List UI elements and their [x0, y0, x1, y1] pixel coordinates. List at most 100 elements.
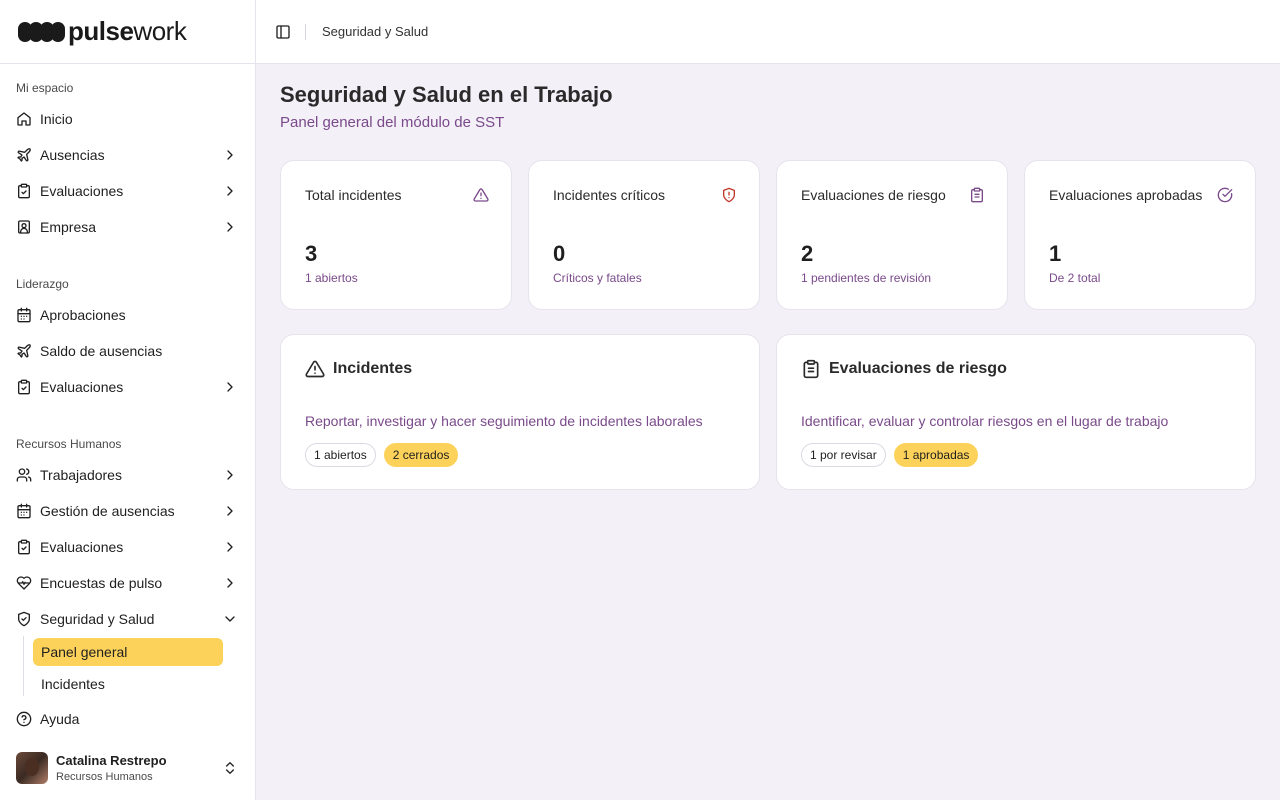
- logo-mark-icon: [18, 21, 65, 42]
- users-icon: [16, 467, 32, 483]
- module-card-incidentes[interactable]: Incidentes Reportar, investigar y hacer …: [280, 334, 760, 490]
- sidebar-item-label: Trabajadores: [40, 467, 122, 483]
- chevron-right-icon: [227, 578, 233, 588]
- clipboard-check-icon: [16, 539, 32, 555]
- badge-cerrados: 2 cerrados: [383, 443, 459, 467]
- alert-triangle-icon: [305, 360, 325, 378]
- section-label-recursos-humanos: Recursos Humanos: [16, 437, 122, 451]
- sidebar-item-label: Empresa: [40, 219, 97, 235]
- module-title: Incidentes: [333, 360, 413, 377]
- sidebar-item-label: Seguridad y Salud: [40, 611, 155, 627]
- chevrons-up-down-icon: [226, 762, 234, 774]
- heart-pulse-icon: [16, 575, 32, 591]
- sidebar-item-label: Evaluaciones: [40, 183, 124, 199]
- user-name: Catalina Restrepo: [56, 753, 167, 768]
- stat-value: 0: [553, 241, 566, 266]
- chevron-right-icon: [227, 186, 233, 196]
- header-separator: [305, 23, 306, 40]
- sidebar-item-encuestas-pulso[interactable]: Encuestas de pulso: [8, 568, 248, 598]
- clipboard-list-icon: [971, 187, 983, 203]
- calendar-icon: [16, 503, 32, 519]
- sidebar-item-trabajadores[interactable]: Trabajadores: [8, 460, 248, 490]
- shield-check-icon: [16, 611, 32, 627]
- brand-bold: pulse: [68, 16, 134, 46]
- chevron-right-icon: [227, 542, 233, 552]
- stat-card-evaluaciones-aprobadas[interactable]: Evaluaciones aprobadas 1 De 2 total: [1024, 160, 1256, 310]
- sidebar-item-ausencias[interactable]: Ausencias: [8, 140, 248, 170]
- brand-logo[interactable]: pulsework: [0, 0, 255, 64]
- sidebar-item-gestion-ausencias[interactable]: Gestión de ausencias: [8, 496, 248, 526]
- help-icon: [16, 711, 32, 727]
- sidebar-item-saldo-ausencias[interactable]: Saldo de ausencias: [8, 336, 248, 366]
- sidebar-subitem-incidentes[interactable]: Incidentes: [33, 670, 223, 698]
- chevron-right-icon: [227, 382, 233, 392]
- stat-card-incidentes-criticos[interactable]: Incidentes críticos 0 Críticos y fatales: [528, 160, 760, 310]
- sidebar-item-empresa[interactable]: Empresa: [8, 212, 248, 242]
- page-subtitle: Panel general del módulo de SST: [280, 114, 505, 131]
- submenu-guide-line: [23, 636, 24, 696]
- sidebar-item-label: Aprobaciones: [40, 307, 126, 323]
- alert-triangle-icon: [473, 188, 489, 202]
- brand-light: work: [133, 16, 187, 46]
- sidebar-subitem-panel-general[interactable]: Panel general: [33, 638, 223, 666]
- sidebar-item-label: Evaluaciones: [40, 539, 124, 555]
- sidebar-item-inicio[interactable]: Inicio: [8, 104, 248, 134]
- sidebar-item-evaluaciones[interactable]: Evaluaciones: [8, 176, 248, 206]
- section-label-liderazgo: Liderazgo: [16, 277, 69, 291]
- plane-icon: [16, 343, 32, 359]
- stat-title: Incidentes críticos: [553, 187, 666, 203]
- sidebar-item-evaluaciones-rrhh[interactable]: Evaluaciones: [8, 532, 248, 562]
- stat-card-evaluaciones-riesgo[interactable]: Evaluaciones de riesgo 2 1 pendientes de…: [776, 160, 1008, 310]
- stat-value: 1: [1049, 241, 1062, 266]
- sidebar-item-label: Inicio: [40, 111, 73, 127]
- sidebar-item-label: Saldo de ausencias: [40, 343, 163, 359]
- sidebar-item-ayuda[interactable]: Ayuda: [8, 704, 248, 734]
- stat-value: 2: [801, 241, 814, 266]
- stat-description: 1 abiertos: [305, 271, 358, 285]
- sidebar-toggle-button[interactable]: [273, 22, 293, 42]
- module-description: Reportar, investigar y hacer seguimiento…: [305, 413, 703, 429]
- circle-check-icon: [1217, 187, 1233, 203]
- chevron-down-icon: [225, 616, 235, 622]
- chevron-right-icon: [227, 470, 233, 480]
- calendar-icon: [16, 307, 32, 323]
- sidebar-item-seguridad-salud[interactable]: Seguridad y Salud: [8, 604, 248, 634]
- section-label-mi-espacio: Mi espacio: [16, 81, 74, 95]
- sidebar-item-label: Ausencias: [40, 147, 105, 163]
- badge-icon: [16, 219, 32, 235]
- clipboard-check-icon: [16, 379, 32, 395]
- breadcrumb: Seguridad y Salud: [322, 24, 429, 39]
- sidebar-item-label: Ayuda: [40, 711, 80, 727]
- stat-description: De 2 total: [1049, 271, 1101, 285]
- module-description: Identificar, evaluar y controlar riesgos…: [801, 413, 1169, 429]
- chevron-right-icon: [227, 506, 233, 516]
- sidebar: pulsework Mi espacio Inicio Ausencias Ev…: [0, 0, 256, 800]
- sidebar-item-label: Encuestas de pulso: [40, 575, 163, 591]
- clipboard-check-icon: [16, 183, 32, 199]
- shield-alert-icon: [723, 187, 735, 203]
- user-menu[interactable]: Catalina Restrepo Recursos Humanos: [16, 752, 244, 784]
- badge-abiertos: 1 abiertos: [305, 443, 376, 467]
- stat-value: 3: [305, 241, 318, 266]
- stat-title: Total incidentes: [305, 187, 402, 203]
- module-card-evaluaciones-riesgo[interactable]: Evaluaciones de riesgo Identificar, eval…: [776, 334, 1256, 490]
- stat-description: 1 pendientes de revisión: [801, 271, 932, 285]
- clipboard-list-icon: [803, 359, 819, 379]
- page-title: Seguridad y Salud en el Trabajo: [280, 82, 613, 107]
- home-icon: [16, 111, 32, 127]
- chevron-right-icon: [227, 150, 233, 160]
- sidebar-item-evaluaciones-liderazgo[interactable]: Evaluaciones: [8, 372, 248, 402]
- stat-card-total-incidentes[interactable]: Total incidentes 3 1 abiertos: [280, 160, 512, 310]
- badge-por-revisar: 1 por revisar: [801, 443, 886, 467]
- top-header: Seguridad y Salud: [256, 0, 1280, 64]
- chevron-right-icon: [227, 222, 233, 232]
- stat-title: Evaluaciones aprobadas: [1049, 187, 1203, 203]
- sidebar-item-label: Evaluaciones: [40, 379, 124, 395]
- sidebar-item-aprobaciones[interactable]: Aprobaciones: [8, 300, 248, 330]
- module-title: Evaluaciones de riesgo: [829, 360, 1007, 377]
- avatar: [16, 752, 48, 784]
- badge-aprobadas: 1 aprobadas: [893, 443, 979, 467]
- plane-icon: [16, 147, 32, 163]
- stat-description: Críticos y fatales: [553, 271, 642, 285]
- sidebar-item-label: Gestión de ausencias: [40, 503, 175, 519]
